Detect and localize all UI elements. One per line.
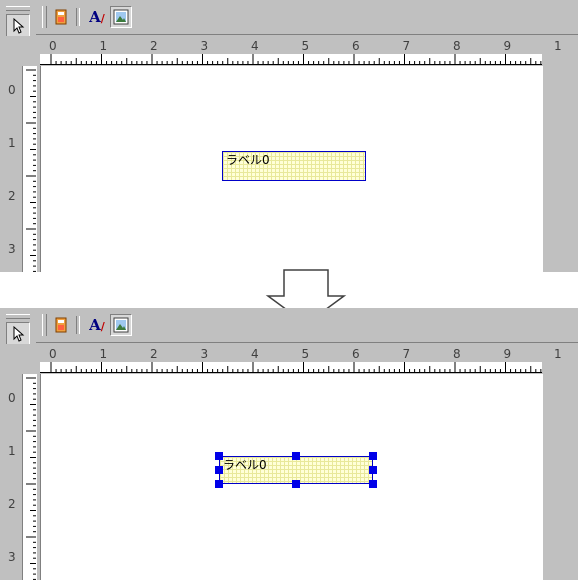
toolbox-grip[interactable] — [6, 314, 30, 319]
ruler-number: 0 — [49, 39, 57, 53]
horizontal-ruler-ticks — [40, 54, 542, 64]
ruler-number: 0 — [49, 347, 57, 361]
toolbar-grip[interactable] — [42, 6, 47, 28]
ruler-number: 1 — [8, 444, 16, 458]
report-icon — [55, 317, 67, 333]
toolbar-separator — [76, 8, 80, 26]
ruler-number: 7 — [402, 347, 411, 361]
resize-handle-top-right[interactable] — [369, 452, 377, 460]
ruler-number: 2 — [150, 39, 158, 53]
label-text: ラベル0 — [226, 153, 270, 167]
picture-button[interactable] — [110, 314, 132, 336]
ruler-number: 2 — [8, 497, 16, 511]
toolbar-grip[interactable] — [42, 314, 47, 336]
ruler-number: 3 — [8, 550, 16, 564]
ruler-number: 4 — [251, 347, 259, 361]
pointer-icon — [13, 18, 25, 34]
ruler-number: 8 — [453, 39, 461, 53]
ruler-number: 0 — [8, 83, 16, 97]
vertical-ruler: 0 1 2 3 — [0, 36, 38, 272]
ruler-number: 4 — [251, 39, 259, 53]
ruler-number: 0 — [8, 391, 16, 405]
ruler-number: 2 — [8, 189, 16, 203]
resize-handle-top-left[interactable] — [215, 452, 223, 460]
label-text: ラベル0 — [223, 458, 267, 472]
horizontal-ruler: 0 1 2 3 4 5 6 7 8 9 1 — [40, 36, 562, 65]
ruler-number: 2 — [150, 347, 158, 361]
ruler-number: 1 — [99, 39, 108, 53]
ruler-number: 1 — [8, 136, 16, 150]
ruler-number: 1 — [554, 347, 562, 361]
vertical-ruler-ticks — [26, 69, 36, 272]
font-button[interactable]: A/ — [86, 314, 108, 336]
ruler-number: 6 — [352, 347, 360, 361]
font-icon: A/ — [89, 316, 105, 334]
picture-icon — [113, 317, 129, 333]
resize-handle-bottom[interactable] — [292, 480, 300, 488]
picture-button[interactable] — [110, 6, 132, 28]
resize-handle-left[interactable] — [215, 466, 223, 474]
horizontal-ruler: 0 1 2 3 4 5 6 7 8 9 1 — [40, 344, 562, 373]
label-control[interactable]: ラベル0 — [222, 151, 366, 181]
report-button[interactable] — [50, 6, 72, 28]
pointer-tool[interactable] — [6, 14, 30, 38]
pointer-icon — [13, 326, 25, 342]
toolbox-grip[interactable] — [6, 6, 30, 11]
designer-panel-after: A abl A/ — [0, 308, 578, 580]
design-canvas[interactable]: ラベル0 — [40, 66, 543, 272]
ruler-number: 7 — [402, 39, 411, 53]
ruler-number: 9 — [503, 347, 512, 361]
ruler-number: 8 — [453, 347, 461, 361]
ruler-number: 3 — [200, 347, 209, 361]
font-icon: A/ — [89, 8, 105, 26]
ruler-number: 3 — [8, 242, 16, 256]
vertical-ruler: 0 1 2 3 — [0, 344, 38, 580]
resize-handle-top[interactable] — [292, 452, 300, 460]
resize-handle-bottom-right[interactable] — [369, 480, 377, 488]
ruler-number: 1 — [554, 39, 562, 53]
picture-icon — [113, 9, 129, 25]
resize-handle-bottom-left[interactable] — [215, 480, 223, 488]
ruler-number: 9 — [503, 39, 512, 53]
horizontal-ruler-ticks — [40, 362, 542, 372]
resize-handle-right[interactable] — [369, 466, 377, 474]
top-toolbar: A/ — [36, 0, 578, 35]
designer-panel-before: A abl A/ — [0, 0, 578, 272]
vertical-ruler-ticks — [26, 377, 36, 580]
ruler-number: 6 — [352, 39, 360, 53]
ruler-number: 1 — [99, 347, 108, 361]
top-toolbar: A/ — [36, 308, 578, 343]
ruler-number: 3 — [200, 39, 209, 53]
ruler-number: 5 — [301, 39, 310, 53]
report-icon — [55, 9, 67, 25]
ruler-number: 5 — [301, 347, 310, 361]
font-button[interactable]: A/ — [86, 6, 108, 28]
toolbar-separator — [76, 316, 80, 334]
report-button[interactable] — [50, 314, 72, 336]
pointer-tool[interactable] — [6, 322, 30, 346]
design-canvas[interactable]: ラベル0 — [40, 374, 543, 580]
